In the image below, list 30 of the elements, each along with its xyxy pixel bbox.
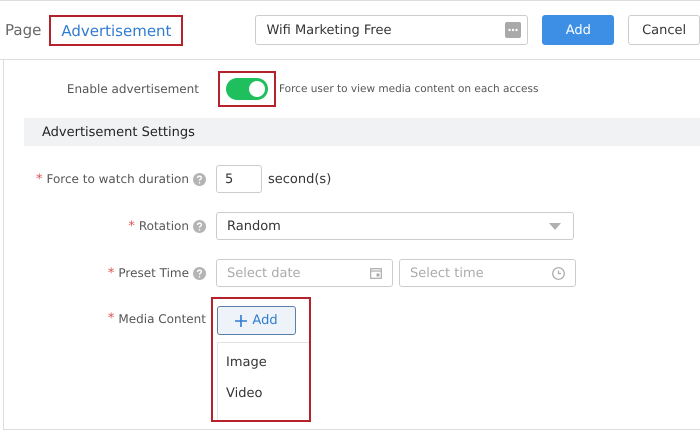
required-mark: * <box>108 311 114 326</box>
field-label: Rotation <box>138 219 189 233</box>
advertisement-tab[interactable]: Advertisement <box>49 14 184 46</box>
field-label: Media Content <box>118 312 206 326</box>
required-mark: * <box>108 266 114 280</box>
plus-icon <box>235 314 248 326</box>
add-media-button[interactable]: Add <box>217 306 296 335</box>
cancel-button[interactable]: Cancel <box>628 15 700 45</box>
enable-label: Enable advertisement <box>66 82 199 96</box>
page-label: Page <box>5 21 42 39</box>
menu-item[interactable]: Video <box>226 386 309 401</box>
clock-icon <box>552 266 565 280</box>
help-icon[interactable] <box>193 172 206 186</box>
caret-icon <box>549 222 561 230</box>
field-label: Preset Time <box>118 266 189 280</box>
hint-text: Force user to view media content on each access <box>279 83 538 95</box>
rotation-select[interactable]: Random <box>216 212 574 240</box>
toggle-switch[interactable] <box>226 78 268 100</box>
unit-label: second(s) <box>268 172 332 186</box>
calendar-icon <box>370 267 382 279</box>
name-field[interactable]: Wifi Marketing Free <box>255 15 528 45</box>
help-icon[interactable] <box>193 266 206 280</box>
menu-item[interactable]: Image <box>226 355 309 370</box>
field-label: Force to watch duration <box>46 172 189 186</box>
required-mark: * <box>128 218 135 234</box>
duration-field[interactable]: 5 <box>216 165 262 193</box>
more-icon[interactable] <box>505 22 522 38</box>
help-icon[interactable] <box>193 220 206 232</box>
required-mark: * <box>36 172 42 186</box>
section-title: Advertisement Settings <box>42 124 195 140</box>
